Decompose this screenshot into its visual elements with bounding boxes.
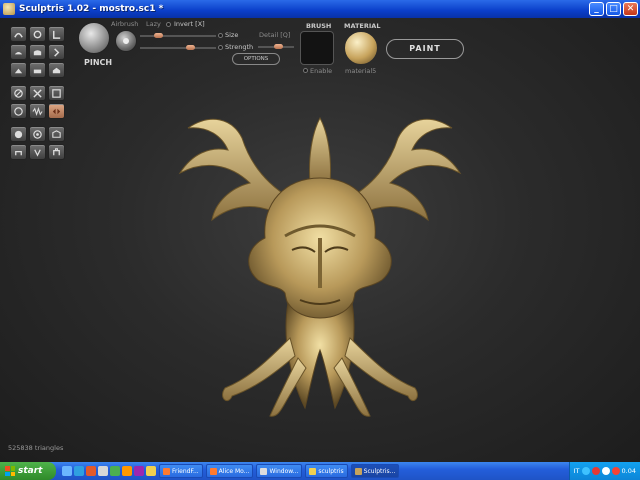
app-quick-icon[interactable] bbox=[134, 466, 144, 476]
window-icon bbox=[260, 467, 268, 475]
invert-radio[interactable] bbox=[166, 22, 171, 27]
paint-button[interactable]: PAINT bbox=[386, 39, 464, 59]
smooth-icon[interactable] bbox=[29, 44, 46, 60]
media-icon[interactable] bbox=[110, 466, 120, 476]
scale-icon[interactable] bbox=[48, 62, 65, 78]
strength-radio[interactable] bbox=[218, 45, 223, 50]
task-friendfeed[interactable]: FriendF... bbox=[159, 464, 203, 478]
ie-icon[interactable] bbox=[74, 466, 84, 476]
close-button[interactable]: ✕ bbox=[623, 2, 638, 16]
start-button[interactable]: start bbox=[0, 462, 56, 480]
quick-launch bbox=[62, 466, 156, 476]
redo-icon[interactable] bbox=[29, 144, 46, 160]
sym-icon[interactable] bbox=[10, 85, 27, 101]
sculpt-model[interactable] bbox=[170, 88, 470, 428]
volume-icon[interactable] bbox=[601, 467, 610, 475]
mask-icon[interactable] bbox=[48, 85, 65, 101]
tool-name-label: PINCH bbox=[84, 58, 113, 67]
language-indicator[interactable]: IT bbox=[574, 467, 580, 475]
crease-icon[interactable] bbox=[48, 26, 65, 42]
browser-icon bbox=[209, 467, 217, 475]
grab-icon[interactable] bbox=[29, 62, 46, 78]
window-title: Sculptris 1.02 - mostro.sc1 * bbox=[19, 4, 164, 14]
pinch-icon[interactable] bbox=[10, 62, 27, 78]
app-icon bbox=[3, 3, 15, 15]
browser-icon bbox=[163, 467, 170, 475]
firefox-icon[interactable] bbox=[86, 466, 96, 476]
material-preview[interactable] bbox=[344, 31, 378, 65]
alert-icon[interactable] bbox=[611, 467, 620, 475]
tool-palette bbox=[10, 26, 68, 162]
rotate-icon[interactable] bbox=[29, 26, 46, 42]
lazy-slider-knob[interactable] bbox=[154, 33, 163, 38]
settings-icon[interactable] bbox=[48, 144, 65, 160]
size-slider-knob[interactable] bbox=[186, 45, 195, 50]
size-slider-track[interactable] bbox=[140, 47, 216, 49]
brush-texture-swatch[interactable] bbox=[300, 31, 334, 65]
lazy-slider-track[interactable] bbox=[140, 35, 216, 37]
messenger-icon[interactable] bbox=[122, 466, 132, 476]
sphere-icon[interactable] bbox=[10, 126, 27, 142]
system-tray: IT 0.04 bbox=[568, 462, 640, 480]
folder-icon bbox=[309, 467, 317, 475]
brush-enable-label: Enable bbox=[310, 67, 333, 75]
size-radio[interactable] bbox=[218, 33, 223, 38]
detail-slider-knob[interactable] bbox=[274, 44, 283, 49]
task-window[interactable]: Window... bbox=[256, 464, 303, 478]
mirror-icon[interactable] bbox=[29, 85, 46, 101]
viewport[interactable]: PINCH Airbrush Lazy Invert [X] Size Stre… bbox=[0, 18, 640, 462]
pinch-tool-preview[interactable] bbox=[78, 22, 110, 54]
network-icon[interactable] bbox=[581, 467, 590, 475]
folder-quick-icon[interactable] bbox=[146, 466, 156, 476]
strength-label: Strength bbox=[225, 43, 254, 51]
flatten-icon[interactable] bbox=[10, 44, 27, 60]
sculptris-icon bbox=[354, 467, 362, 475]
start-label: start bbox=[18, 466, 43, 476]
triangle-count: 525838 triangles bbox=[8, 444, 64, 452]
explorer-icon[interactable] bbox=[98, 466, 108, 476]
task-sculptris-app[interactable]: Sculptris... bbox=[350, 464, 400, 478]
invert-label: Invert [X] bbox=[174, 20, 205, 28]
inflate-icon[interactable] bbox=[48, 44, 65, 60]
taskbar: start FriendF... Alice Mo... Window... s… bbox=[0, 462, 640, 480]
size-label: Size bbox=[225, 31, 239, 39]
minimize-button[interactable]: _ bbox=[589, 2, 604, 16]
brush-label: BRUSH bbox=[306, 22, 332, 30]
airbrush-toggle[interactable] bbox=[115, 30, 137, 52]
cube-icon[interactable] bbox=[29, 126, 46, 142]
wire-icon[interactable] bbox=[10, 103, 27, 119]
show-desktop-icon[interactable] bbox=[62, 466, 72, 476]
maximize-button[interactable]: □ bbox=[606, 2, 621, 16]
task-alice[interactable]: Alice Mo... bbox=[205, 464, 254, 478]
task-sculptris-folder[interactable]: sculptris bbox=[305, 464, 348, 478]
security-icon[interactable] bbox=[591, 467, 600, 475]
airbrush-label: Airbrush bbox=[111, 20, 139, 28]
material-name: material5 bbox=[345, 67, 377, 75]
lazy-label: Lazy bbox=[146, 20, 161, 28]
options-button[interactable]: OPTIONS bbox=[232, 53, 280, 65]
title-bar: Sculptris 1.02 - mostro.sc1 * _ □ ✕ bbox=[0, 0, 640, 18]
draw-icon[interactable] bbox=[10, 26, 27, 42]
detail-label: Detail [Q] bbox=[259, 31, 291, 39]
brush-enable-radio[interactable] bbox=[303, 68, 308, 73]
wave-icon[interactable] bbox=[29, 103, 46, 119]
material-label: MATERIAL bbox=[344, 22, 381, 30]
windows-flag-icon bbox=[5, 466, 15, 476]
swap-icon[interactable] bbox=[48, 103, 65, 119]
plane-icon[interactable] bbox=[48, 126, 65, 142]
undo-icon[interactable] bbox=[10, 144, 27, 160]
clock: 0.04 bbox=[621, 467, 636, 475]
